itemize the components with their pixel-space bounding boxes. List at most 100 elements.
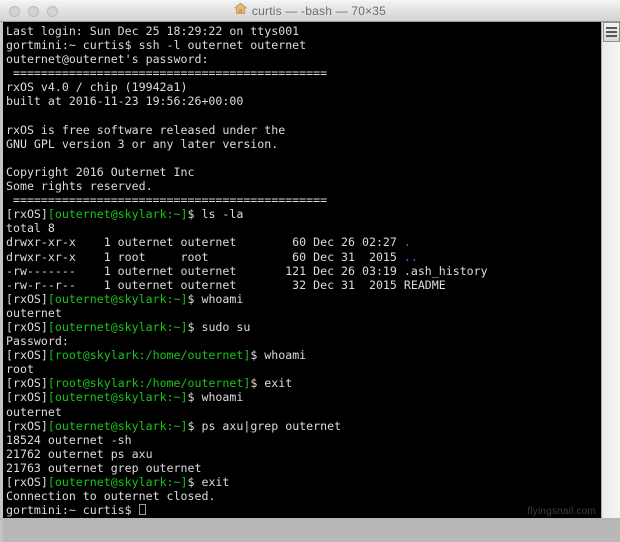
terminal-line: outernet@outernet's password: — [6, 52, 488, 66]
shell-prompt: [outernet@skylark:~] — [47, 390, 188, 405]
terminal-line: drwxr-xr-x 1 root root 60 Dec 31 2015 .. — [6, 250, 488, 264]
terminal-segment: Connection to outernet closed. — [6, 489, 216, 504]
terminal-line: -rw------- 1 outernet outernet 121 Dec 2… — [6, 264, 488, 278]
terminal-segment: total 8 — [6, 221, 55, 236]
terminal-segment: root — [6, 362, 34, 377]
shell-prompt: [outernet@skylark:~] — [47, 207, 188, 222]
text-cursor — [138, 504, 146, 516]
terminal-line: ========================================… — [6, 193, 488, 207]
terminal-text: Last login: Sun Dec 25 18:29:22 on ttys0… — [6, 24, 488, 517]
terminal-segment: $ whoami — [250, 348, 307, 363]
terminal-line: 21763 outernet grep outernet — [6, 461, 488, 475]
terminal-line: gortmini:~ curtis$ — [6, 503, 488, 517]
terminal-line: [rxOS][outernet@skylark:~]$ whoami — [6, 390, 488, 404]
terminal-segment: gortmini:~ curtis$ ssh -l outernet outer… — [6, 38, 307, 53]
terminal-segment: outernet@outernet's password: — [6, 52, 209, 67]
terminal-segment: gortmini:~ curtis$ — [6, 503, 139, 518]
close-button[interactable] — [9, 5, 20, 17]
terminal-line: outernet — [6, 306, 488, 320]
terminal-segment: 21762 outernet ps axu — [6, 446, 153, 461]
terminal-segment: $ sudo su — [187, 319, 251, 334]
window-title: curtis — -bash — 70×35 — [251, 4, 387, 18]
terminal-line: Connection to outernet closed. — [6, 489, 488, 503]
terminal-segment: outernet — [6, 404, 62, 419]
shell-prompt: [root@skylark:/home/outernet] — [47, 376, 251, 391]
shell-prompt: [outernet@skylark:~] — [47, 475, 188, 489]
terminal-segment: Last login: Sun Dec 25 18:29:22 on ttys0… — [6, 24, 300, 38]
terminal-segment: $ ps axu|grep outernet — [187, 418, 342, 433]
terminal-scrollbar[interactable] — [601, 22, 620, 520]
home-icon — [234, 2, 247, 20]
terminal-segment: ========================================… — [6, 66, 328, 81]
terminal-line: gortmini:~ curtis$ ssh -l outernet outer… — [6, 38, 488, 52]
terminal-line: [rxOS][root@skylark:/home/outernet]$ who… — [6, 348, 488, 362]
terminal-segment: [rxOS] — [6, 207, 48, 222]
terminal-line: rxOS is free software released under the — [6, 123, 488, 137]
terminal-line: outernet — [6, 405, 488, 419]
terminal-segment: $ whoami — [187, 390, 244, 405]
traffic-light-group — [9, 5, 58, 17]
terminal-segment: Copyright 2016 Outernet Inc — [6, 164, 195, 179]
terminal-segment: $ ls -la — [187, 207, 244, 222]
terminal-segment: [rxOS] — [6, 390, 48, 405]
minimize-button[interactable] — [28, 5, 39, 17]
scrollbar-thumb[interactable] — [603, 22, 620, 42]
terminal-segment: [rxOS] — [6, 376, 48, 391]
terminal-line: [rxOS][outernet@skylark:~]$ ls -la — [6, 207, 488, 221]
terminal-segment: outernet — [6, 305, 62, 320]
terminal-segment: rxOS is free software released under the — [6, 122, 286, 137]
shell-prompt: [root@skylark:/home/outernet] — [47, 348, 251, 363]
terminal-segment: [rxOS] — [6, 348, 48, 363]
terminal-segment: drwxr-xr-x 1 root root 60 Dec 31 2015 — [6, 249, 404, 264]
watermark-label: flyingsnail.com — [527, 506, 596, 517]
terminal-segment: [rxOS] — [6, 475, 48, 489]
terminal-screen[interactable]: Last login: Sun Dec 25 18:29:22 on ttys0… — [3, 22, 601, 520]
terminal-segment: $ exit — [187, 475, 230, 489]
terminal-line: Copyright 2016 Outernet Inc — [6, 165, 488, 179]
terminal-segment: Password: — [6, 334, 69, 349]
terminal-line: 18524 outernet -sh — [6, 433, 488, 447]
terminal-segment: [rxOS] — [6, 418, 48, 433]
terminal-line: ========================================… — [6, 66, 488, 80]
terminal-line: built at 2016-11-23 19:56:26+00:00 — [6, 94, 488, 108]
scrollbar-grip-icon — [606, 26, 617, 38]
terminal-line: Some rights reserved. — [6, 179, 488, 193]
terminal-segment: [rxOS] — [6, 291, 48, 306]
terminal-line: total 8 — [6, 221, 488, 235]
terminal-segment: Some rights reserved. — [6, 179, 153, 194]
terminal-segment: drwxr-xr-x 1 outernet outernet 60 Dec 26… — [6, 235, 404, 250]
terminal-segment: $ exit — [250, 376, 293, 391]
terminal-line: [rxOS][outernet@skylark:~]$ sudo su — [6, 320, 488, 334]
terminal-segment: $ whoami — [187, 291, 244, 306]
terminal-line: drwxr-xr-x 1 outernet outernet 60 Dec 26… — [6, 235, 488, 249]
terminal-line: 21762 outernet ps axu — [6, 447, 488, 461]
terminal-line: [rxOS][root@skylark:/home/outernet]$ exi… — [6, 376, 488, 390]
terminal-segment: 18524 outernet -sh — [6, 432, 132, 447]
terminal-line: -rw-r--r-- 1 outernet outernet 32 Dec 31… — [6, 278, 488, 292]
shell-prompt: [outernet@skylark:~] — [47, 291, 188, 306]
terminal-body: Last login: Sun Dec 25 18:29:22 on ttys0… — [0, 22, 620, 542]
terminal-line: [rxOS][outernet@skylark:~]$ exit — [6, 475, 488, 489]
terminal-line: [rxOS][outernet@skylark:~]$ ps axu|grep … — [6, 419, 488, 433]
terminal-segment: .. — [403, 249, 418, 264]
terminal-segment: ========================================… — [6, 193, 328, 208]
window-titlebar[interactable]: curtis — -bash — 70×35 — [0, 0, 620, 22]
zoom-button[interactable] — [47, 5, 58, 17]
terminal-segment: built at 2016-11-23 19:56:26+00:00 — [6, 94, 244, 109]
terminal-segment: GNU GPL version 3 or any later version. — [6, 136, 279, 151]
terminal-segment: [rxOS] — [6, 319, 48, 334]
terminal-segment: -rw-r--r-- 1 outernet outernet 32 Dec 31… — [6, 277, 446, 292]
terminal-segment: 21763 outernet grep outernet — [6, 460, 202, 475]
shell-prompt: [outernet@skylark:~] — [47, 418, 188, 433]
terminal-window: curtis — -bash — 70×35 Last login: Sun D… — [0, 0, 620, 542]
terminal-line: rxOS v4.0 / chip (19942a1) — [6, 80, 488, 94]
terminal-segment: -rw------- 1 outernet outernet 121 Dec 2… — [6, 263, 488, 278]
window-title-group: curtis — -bash — 70×35 — [0, 1, 620, 21]
terminal-segment: . — [403, 235, 411, 250]
terminal-line: Password: — [6, 334, 488, 348]
shell-prompt: [outernet@skylark:~] — [47, 319, 188, 334]
terminal-line: Last login: Sun Dec 25 18:29:22 on ttys0… — [6, 24, 488, 38]
terminal-line: GNU GPL version 3 or any later version. — [6, 137, 488, 151]
